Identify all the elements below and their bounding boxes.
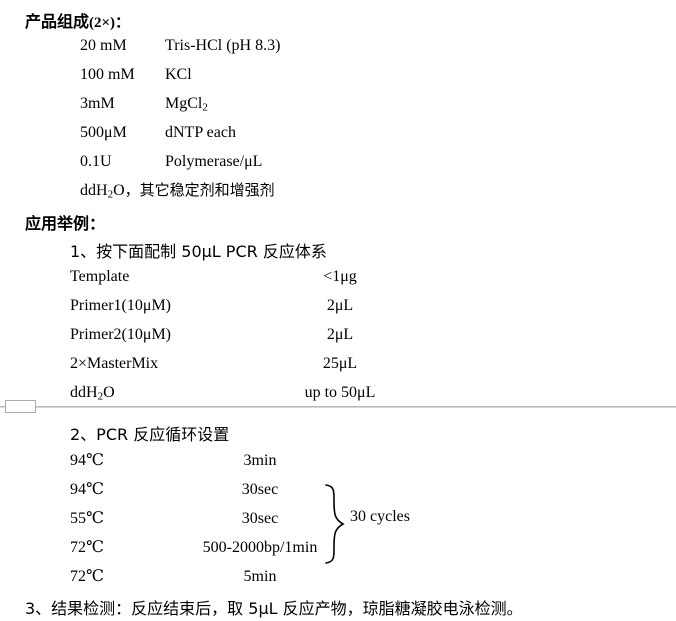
cycles-count-label: 30 cycles [350,508,410,525]
application-step1-title: 1、按下面配制 50μL PCR 反应体系 [70,242,327,261]
composition-footer-text: ddH2O，其它稳定剂和增强剂 [80,181,275,201]
composition-amount: 20 mM [80,37,127,54]
application-step3-text: 3、结果检测：反应结束后，取 5μL 反应产物，琼脂糖凝胶电泳检测。 [25,599,523,618]
mix-volume: 2μL [326,297,354,314]
mix-component: Template [70,268,130,285]
application-step2-title: 2、PCR 反应循环设置 [70,425,230,444]
cycle-duration: 5min [243,568,277,585]
composition-amount: 3mM [80,95,115,112]
cycle-duration: 500-2000bp/1min [202,539,318,556]
mix-component: Primer1(10μM) [70,297,172,314]
composition-reagent: dNTP each [165,124,236,141]
section-break-marker [0,400,676,416]
mix-volume: 25μL [322,355,358,372]
cycle-temperature: 94℃ [70,481,104,498]
cycle-temperature: 55℃ [70,510,104,527]
composition-reagent: Polymerase/μL [165,153,263,170]
mix-volume: 2μL [326,326,354,343]
section-break-handle[interactable] [5,400,36,413]
composition-heading-main: 产品组成 [25,14,90,31]
composition-heading-suffix: (2×)： [89,15,131,31]
application-heading: 应用举例： [25,216,106,233]
cycle-temperature: 72℃ [70,568,104,585]
cycle-duration: 30sec [241,510,279,527]
cycle-temperature: 72℃ [70,539,104,556]
composition-reagent: KCl [165,66,192,83]
composition-reagent: Tris-HCl (pH 8.3) [165,37,281,54]
cycles-brace-icon [322,483,346,565]
composition-heading: 产品组成(2×)： [25,8,130,32]
composition-amount: 500μM [80,124,127,141]
document-page: 产品组成(2×)： 20 mM Tris-HCl (pH 8.3) 100 mM… [0,0,676,621]
cycle-duration: 30sec [241,481,279,498]
mix-component: 2×MasterMix [70,355,159,372]
cycle-temperature: 94℃ [70,452,104,469]
mix-volume: <1μg [323,268,357,285]
composition-reagent: MgCl2 [165,95,208,114]
section-break-rule [0,406,676,408]
cycle-duration: 3min [243,452,277,469]
composition-amount: 100 mM [80,66,135,83]
mix-component: Primer2(10μM) [70,326,172,343]
composition-amount: 0.1U [80,153,112,170]
